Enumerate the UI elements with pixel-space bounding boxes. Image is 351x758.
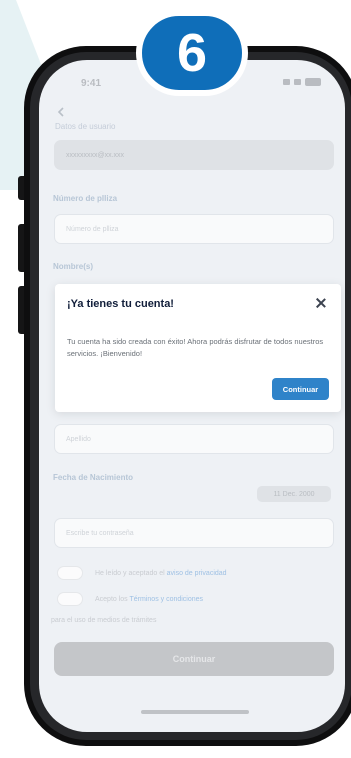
continue-button-disabled[interactable]: Continuar <box>54 642 334 676</box>
surname-input[interactable]: Apellido <box>54 424 334 454</box>
email-value: xxxxxxxxx@xx.xxx <box>66 151 125 159</box>
dialog-continue-button[interactable]: Continuar <box>272 378 329 400</box>
privacy-link[interactable]: aviso de privacidad <box>167 570 227 577</box>
policy-number-input[interactable]: Número de plliza <box>54 214 334 244</box>
policy-number-placeholder: Número de plliza <box>66 225 119 233</box>
status-icons <box>283 78 321 86</box>
section-caption: Datos de usuario <box>55 122 116 131</box>
policy-number-label: Número de plliza <box>53 194 118 203</box>
terms-text: Acepto los Términos y condiciones <box>95 596 203 603</box>
signal-icon <box>283 79 290 85</box>
step-number-badge: 6 <box>136 10 248 96</box>
email-field: xxxxxxxxx@xx.xxx <box>54 140 334 170</box>
privacy-text: He leído y aceptado el aviso de privacid… <box>95 570 227 577</box>
names-label: Nombre(s) <box>53 262 94 271</box>
consent-note: para el uso de medios de trámites <box>51 617 157 624</box>
battery-icon <box>305 78 321 86</box>
privacy-prefix: He leído y aceptado el <box>95 570 165 577</box>
terms-link[interactable]: Términos y condiciones <box>130 596 204 603</box>
surname-placeholder: Apellido <box>66 435 91 443</box>
status-time: 9:41 <box>81 78 102 89</box>
account-created-dialog: ¡Ya tienes tu cuenta! Tu cuenta ha sido … <box>55 284 341 412</box>
back-arrow-icon[interactable] <box>57 107 67 117</box>
terms-toggle[interactable] <box>57 592 83 606</box>
terms-prefix: Acepto los <box>95 596 128 603</box>
birthdate-label: Fecha de Nacimiento <box>53 473 134 482</box>
close-icon[interactable] <box>315 297 327 309</box>
password-placeholder: Escribe tu contraseña <box>66 529 134 537</box>
birthdate-chip[interactable]: 11 Dec. 2000 <box>257 486 331 502</box>
dialog-title: ¡Ya tienes tu cuenta! <box>67 298 174 310</box>
privacy-toggle[interactable] <box>57 566 83 580</box>
wifi-icon <box>294 79 301 85</box>
dialog-message: Tu cuenta ha sido creada con éxito! Ahor… <box>67 337 324 358</box>
password-input[interactable]: Escribe tu contraseña <box>54 518 334 548</box>
home-indicator <box>141 710 249 714</box>
